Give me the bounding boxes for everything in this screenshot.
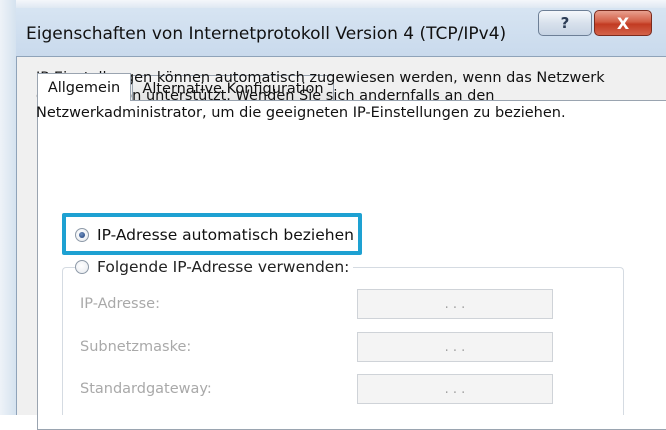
window-frame-left <box>0 0 16 415</box>
ip-address-input[interactable]: . . . <box>357 289 553 319</box>
radio-auto-label: IP-Adresse automatisch beziehen <box>97 226 354 244</box>
radio-manual-ip[interactable]: Folgende IP-Adresse verwenden: <box>75 258 354 276</box>
help-button[interactable]: ? <box>538 10 592 36</box>
close-icon: X <box>616 13 630 33</box>
question-mark-icon: ? <box>560 14 570 32</box>
radio-button-unchecked[interactable] <box>75 260 89 274</box>
radio-button-checked[interactable] <box>75 228 89 242</box>
radio-auto-ip[interactable]: IP-Adresse automatisch beziehen <box>75 226 354 244</box>
window-frame-top <box>0 0 666 8</box>
default-gateway-label: Standardgateway: <box>80 381 212 397</box>
ip-address-label: IP-Adresse: <box>80 296 160 312</box>
default-gateway-input[interactable]: . . . <box>357 374 553 404</box>
subnet-mask-value: . . . <box>444 339 466 355</box>
radio-manual-label: Folgende IP-Adresse verwenden: <box>97 258 350 276</box>
window-title: Eigenschaften von Internetprotokoll Vers… <box>26 24 507 44</box>
radio-dot <box>79 232 85 238</box>
ip-address-value: . . . <box>444 296 466 312</box>
close-button[interactable]: X <box>594 10 652 36</box>
default-gateway-value: . . . <box>444 381 466 397</box>
dialog-window: Eigenschaften von Internetprotokoll Vers… <box>0 0 666 430</box>
tab-allgemein[interactable]: Allgemein <box>37 73 131 101</box>
tab-label: Allgemein <box>47 79 121 96</box>
subnet-mask-label: Subnetzmaske: <box>80 339 192 355</box>
subnet-mask-input[interactable]: . . . <box>357 332 553 362</box>
